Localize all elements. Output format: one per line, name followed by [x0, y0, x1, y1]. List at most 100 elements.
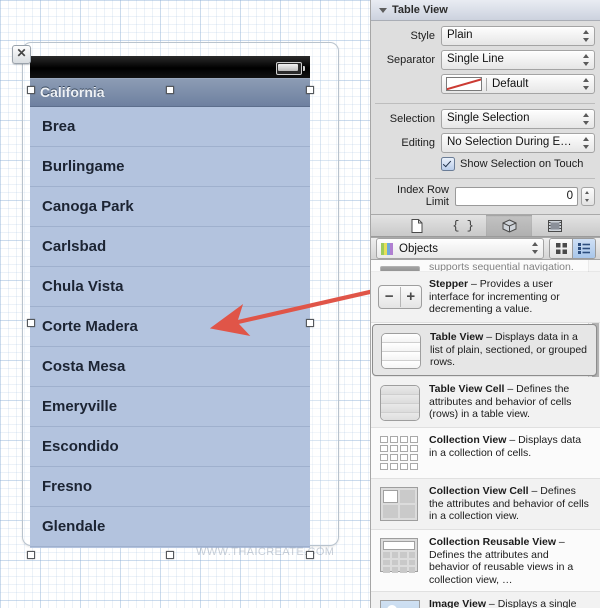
library-item-icon — [376, 433, 422, 473]
library-item-text: Collection Reusable View – Defines the a… — [429, 535, 589, 586]
table-view-cell[interactable]: Brea — [30, 107, 310, 147]
library-item-text: Collection View Cell – Defines the attri… — [429, 484, 589, 524]
library-item-icon — [376, 484, 422, 524]
library-item-text: Stepper – Provides a user interface for … — [429, 277, 589, 317]
separator-color-value: Default — [492, 77, 529, 90]
library-item-text: Collection View – Displays data in a col… — [429, 433, 589, 473]
show-selection-label: Show Selection on Touch — [460, 158, 584, 170]
objects-library-icon — [381, 242, 394, 255]
chevron-updown-icon — [583, 77, 591, 91]
separator-color-select[interactable]: Default — [441, 74, 595, 94]
close-icon[interactable]: ✕ — [12, 45, 31, 64]
tab-media-library[interactable] — [532, 215, 578, 236]
selection-row: Selection Single Selection — [375, 109, 595, 129]
selection-handle-bottom-left[interactable] — [27, 551, 35, 559]
style-value: Plain — [447, 29, 473, 41]
tab-quick-help-inspector[interactable]: { } — [440, 215, 486, 236]
selection-handle-bottom-right[interactable] — [306, 551, 314, 559]
color-swatch-none-icon — [446, 77, 482, 91]
tab-file-inspector[interactable] — [394, 215, 440, 236]
library-item-text: Table View Cell – Defines the attributes… — [429, 382, 589, 422]
library-list-item[interactable]: Table View Cell – Defines the attributes… — [371, 377, 600, 428]
style-row: Style Plain — [375, 26, 595, 46]
selection-value: Single Selection — [447, 112, 530, 124]
selection-handle-top-right[interactable] — [306, 86, 314, 94]
library-category-value: Objects — [399, 242, 438, 255]
library-list-item[interactable]: Image View – Displays a single image, or… — [371, 592, 600, 608]
table-view-cell[interactable]: Fresno — [30, 467, 310, 507]
library-list-item[interactable]: Collection View Cell – Defines the attri… — [371, 479, 600, 530]
chevron-updown-icon — [583, 136, 591, 150]
library-list[interactable]: supports sequential navigation. − + Stepper… — [371, 260, 600, 608]
selection-select[interactable]: Single Selection — [441, 109, 595, 129]
table-view-cell[interactable]: Glendale — [30, 507, 310, 547]
storyboard-canvas[interactable]: ✕ California Brea Burlingame Canoga Park Ca… — [0, 0, 370, 608]
chevron-updown-icon — [583, 53, 591, 67]
style-select[interactable]: Plain — [441, 26, 595, 46]
library-category-select[interactable]: Objects — [376, 238, 544, 259]
library-item-title: Collection View — [429, 434, 507, 446]
library-item-title: Table View — [430, 331, 484, 343]
tab-objects-library[interactable] — [486, 215, 532, 236]
inspector-section-header[interactable]: Table View — [371, 0, 600, 21]
library-list-item[interactable]: supports sequential navigation. — [371, 260, 600, 272]
index-row-limit-stepper[interactable] — [581, 186, 595, 206]
show-selection-row: Show Selection on Touch — [441, 157, 595, 171]
library-toolbar: Objects — [371, 238, 600, 260]
utilities-area: Table View Style Plain Separator Single … — [370, 0, 600, 608]
selection-handle-top-center[interactable] — [166, 86, 174, 94]
table-view-cell[interactable]: Chula Vista — [30, 267, 310, 307]
library-item-icon — [376, 382, 422, 422]
status-bar — [30, 56, 310, 78]
table-view[interactable]: California Brea Burlingame Canoga Park Carl… — [30, 78, 310, 548]
selection-handle-middle-right[interactable] — [306, 319, 314, 327]
library-list-item[interactable]: Collection Reusable View – Defines the a… — [371, 530, 600, 592]
battery-icon — [276, 62, 305, 75]
table-view-cell[interactable]: Burlingame — [30, 147, 310, 187]
xcode-interface-builder-window: ✕ California Brea Burlingame Canoga Park Ca… — [0, 0, 600, 608]
library-list-item[interactable]: − + Stepper – Provides a user interface fo… — [371, 272, 600, 323]
table-view-cell[interactable]: Carlsbad — [30, 227, 310, 267]
library-item-icon — [376, 535, 422, 575]
selection-label: Selection — [389, 113, 435, 125]
show-selection-checkbox[interactable] — [441, 157, 455, 171]
library-item-icon — [376, 260, 422, 271]
inspector-group-selection: Selection Single Selection Editing No Se… — [375, 109, 595, 179]
index-row-limit-row: Index Row Limit 0 — [375, 184, 595, 208]
table-view-cell[interactable]: Costa Mesa — [30, 347, 310, 387]
library-item-icon — [376, 597, 422, 608]
inspector-group-index: Index Row Limit 0 — [375, 184, 595, 208]
chevron-updown-icon — [583, 29, 591, 43]
table-view-cell[interactable]: Canoga Park — [30, 187, 310, 227]
table-view-cell-icon — [380, 385, 420, 421]
library-item-title: Image View — [429, 598, 487, 608]
editing-select[interactable]: No Selection During E… — [441, 133, 595, 153]
separator-value: Single Line — [447, 53, 504, 65]
list-view-icon[interactable] — [572, 239, 595, 258]
library-item-title: Stepper — [429, 278, 469, 290]
chevron-updown-icon — [532, 241, 540, 255]
separator-row: Separator Single Line — [375, 50, 595, 70]
library-item-title: Collection View Cell — [429, 485, 529, 497]
collection-reusable-view-icon — [380, 538, 418, 573]
chevron-down-icon[interactable] — [379, 7, 387, 13]
iphone-screen[interactable]: California Brea Burlingame Canoga Park Carl… — [30, 56, 310, 548]
selection-handle-bottom-center[interactable] — [166, 551, 174, 559]
style-label: Style — [410, 30, 435, 42]
selection-handle-middle-left[interactable] — [27, 319, 35, 327]
table-view-cell[interactable]: Emeryville — [30, 387, 310, 427]
table-view-cell[interactable]: Corte Madera — [30, 307, 310, 347]
library-list-item[interactable]: Table View – Displays data in a list of … — [372, 324, 597, 376]
library-item-icon: − + — [376, 277, 422, 317]
library-item-text: Table View – Displays data in a list of … — [430, 330, 588, 370]
selection-handle-top-left[interactable] — [27, 86, 35, 94]
table-view-cell[interactable]: Escondido — [30, 427, 310, 467]
library-item-icon — [377, 330, 423, 370]
index-row-limit-input[interactable]: 0 — [455, 186, 578, 206]
grid-view-icon[interactable] — [550, 239, 572, 258]
library-list-item[interactable]: Collection View – Displays data in a col… — [371, 428, 600, 479]
separator-select[interactable]: Single Line — [441, 50, 595, 70]
editing-label: Editing — [401, 137, 435, 149]
library-view-mode-segmented[interactable] — [549, 238, 596, 259]
table-view-icon — [381, 333, 421, 369]
